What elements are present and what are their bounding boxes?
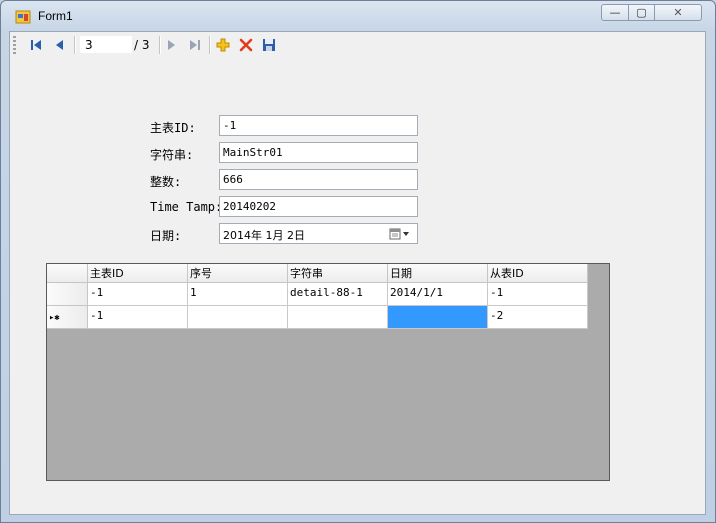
add-new-icon [216, 38, 230, 52]
toolbar-grip[interactable] [13, 36, 16, 54]
close-button[interactable]: ✕ [654, 4, 702, 21]
string-field[interactable]: MainStr01 [219, 142, 418, 163]
row-header[interactable] [47, 283, 88, 306]
main-window: Form1 — ▢ ✕ 3 / 3 主表ID: -1 字符串: MainStr0… [0, 0, 716, 523]
grid-cell[interactable]: detail-88-1 [288, 283, 388, 306]
title-bar[interactable]: Form1 — ▢ ✕ [1, 1, 715, 31]
timestamp-field[interactable]: 20140202 [219, 196, 418, 217]
minimize-icon: — [609, 6, 621, 19]
column-header-main-id[interactable]: 主表ID [88, 264, 188, 283]
main-id-label: 主表ID: [150, 121, 196, 135]
column-header-date[interactable]: 日期 [388, 264, 488, 283]
move-next-icon [168, 40, 175, 50]
toolbar-separator [209, 36, 211, 54]
grid-cell[interactable] [288, 306, 388, 329]
move-first-button[interactable] [27, 36, 45, 54]
toolbar-separator [159, 36, 161, 54]
move-previous-icon [56, 40, 63, 50]
count-label: / 3 [134, 38, 150, 52]
window-title: Form1 [38, 9, 73, 23]
form-client-area: 3 / 3 主表ID: -1 字符串: MainStr01 整数: 666 Ti… [9, 31, 706, 515]
date-label: 日期: [150, 229, 182, 243]
binding-navigator: 3 / 3 [10, 32, 705, 58]
detail-data-grid[interactable]: 主表ID 序号 字符串 日期 从表ID -1 1 detail-88-1 201… [46, 263, 610, 481]
move-previous-button[interactable] [51, 36, 69, 54]
maximize-button[interactable]: ▢ [628, 4, 655, 21]
grid-cell[interactable]: -1 [88, 306, 188, 329]
date-picker[interactable]: 2014年 1月 2日 [219, 223, 418, 244]
main-id-field[interactable]: -1 [219, 115, 418, 136]
caption-buttons: — ▢ ✕ [601, 4, 703, 22]
calendar-dropdown-icon[interactable] [389, 228, 411, 240]
date-value: 2014年 1月 2日 [223, 229, 305, 242]
save-button[interactable] [260, 36, 278, 54]
column-header-seq[interactable]: 序号 [188, 264, 288, 283]
grid-cell[interactable]: -2 [488, 306, 588, 329]
timestamp-label: Time Tamp: [150, 200, 223, 214]
grid-cell[interactable]: -1 [88, 283, 188, 306]
column-header-detail-id[interactable]: 从表ID [488, 264, 588, 283]
column-header-string[interactable]: 字符串 [288, 264, 388, 283]
move-last-button[interactable] [186, 36, 204, 54]
integer-label: 整数: [150, 175, 182, 189]
add-new-button[interactable] [214, 36, 232, 54]
integer-field[interactable]: 666 [219, 169, 418, 190]
close-icon: ✕ [673, 6, 683, 19]
position-input[interactable]: 3 [80, 36, 132, 53]
toolbar-separator [74, 36, 76, 54]
delete-button[interactable] [237, 36, 255, 54]
grid-cell[interactable] [188, 306, 288, 329]
grid-cell[interactable]: -1 [488, 283, 588, 306]
delete-icon [239, 38, 253, 52]
grid-cell-selected[interactable] [388, 306, 488, 329]
save-icon [263, 39, 275, 51]
maximize-icon: ▢ [636, 6, 647, 19]
minimize-button[interactable]: — [601, 4, 629, 21]
move-first-icon [31, 40, 41, 50]
string-label: 字符串: [150, 148, 194, 162]
grid-cell[interactable]: 2014/1/1 [388, 283, 488, 306]
move-last-icon [190, 40, 200, 50]
grid-cell[interactable]: 1 [188, 283, 288, 306]
grid-corner-header[interactable] [47, 264, 88, 283]
app-icon [15, 10, 31, 24]
new-row-indicator-icon[interactable]: ▸✱ [47, 306, 88, 329]
move-next-button[interactable] [162, 36, 180, 54]
